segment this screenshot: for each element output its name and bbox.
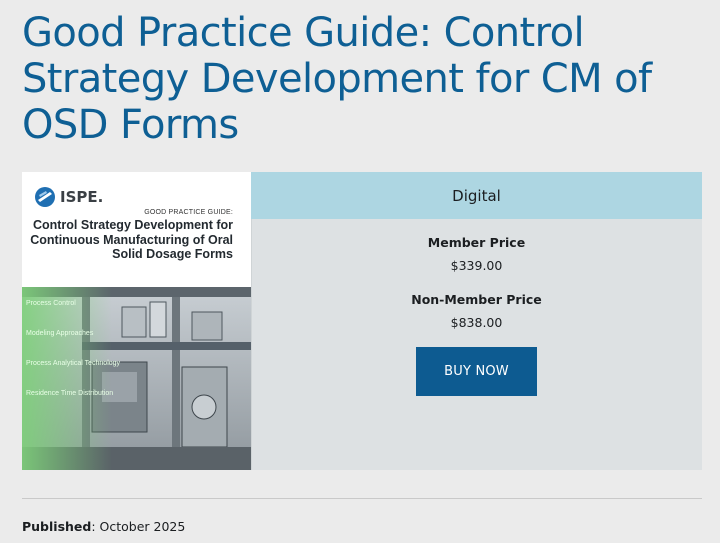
price-area: Member Price $339.00 Non-Member Price $8…: [251, 219, 702, 470]
nonmember-price: $838.00: [450, 315, 503, 330]
published-date: October 2025: [99, 519, 186, 534]
divider: [22, 498, 702, 499]
cover-kicker: GOOD PRACTICE GUIDE:: [144, 209, 233, 216]
page-title: Good Practice Guide: Control Strategy De…: [22, 10, 652, 148]
published-colon: :: [91, 519, 100, 534]
cover-illustration: Process Control Modeling Approaches Proc…: [22, 287, 251, 470]
tab-digital-label: Digital: [452, 186, 501, 205]
product-panel: ISPE. GOOD PRACTICE GUIDE: Control Strat…: [22, 172, 702, 470]
cover-label-4: Residence Time Distribution: [26, 390, 113, 397]
cover-label-2: Modeling Approaches: [26, 330, 94, 337]
tab-digital[interactable]: Digital: [251, 172, 702, 219]
ispe-logo-text: ISPE.: [60, 188, 104, 206]
buy-now-button[interactable]: BUY NOW: [416, 347, 537, 396]
cover-title: Control Strategy Development for Continu…: [30, 218, 233, 261]
nonmember-price-label: Non-Member Price: [411, 292, 542, 307]
ispe-logo-icon: [35, 187, 55, 207]
product-cover[interactable]: ISPE. GOOD PRACTICE GUIDE: Control Strat…: [22, 172, 252, 470]
cover-label-1: Process Control: [26, 300, 76, 307]
member-price-label: Member Price: [427, 235, 526, 250]
cover-label-3: Process Analytical Technology: [26, 360, 121, 367]
member-price: $339.00: [450, 258, 503, 273]
ispe-logo: ISPE.: [34, 186, 103, 208]
published-info: Published: October 2025: [22, 519, 185, 534]
published-label: Published: [22, 519, 92, 534]
